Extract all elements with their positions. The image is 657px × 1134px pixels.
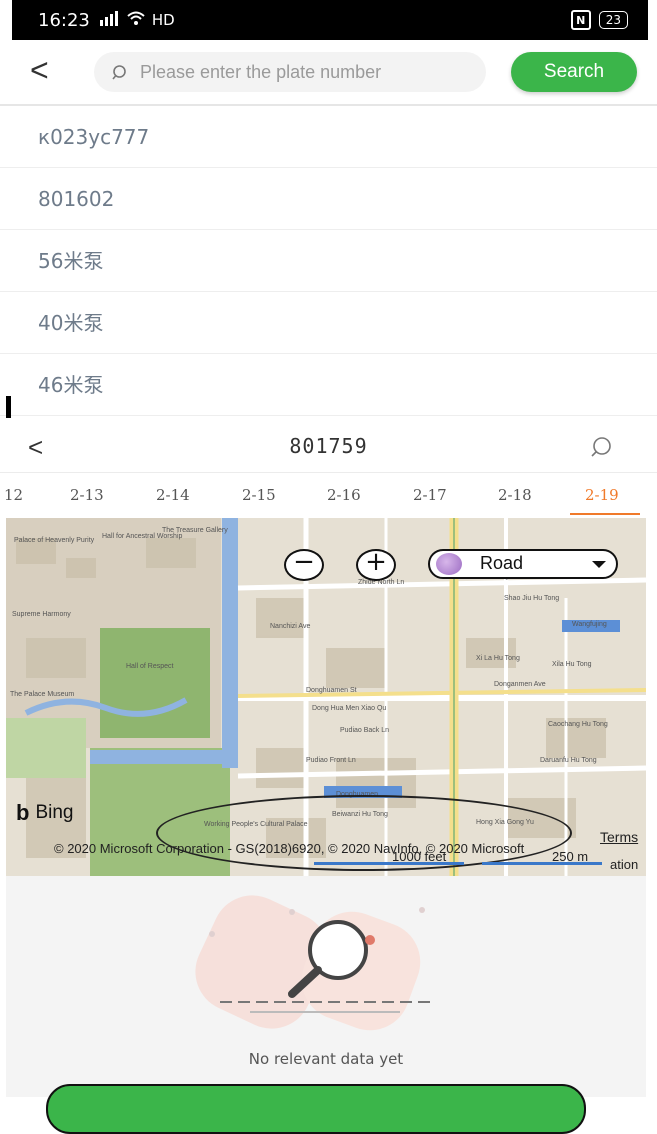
map-label: Donganmen Ave [494,681,546,688]
map-label: Caochang Hu Tong [548,721,608,728]
wifi-icon [126,10,146,30]
annotation-ellipse [156,795,572,871]
back-arrow-icon[interactable]: < [30,54,49,86]
bottom-action-button[interactable] [46,1084,586,1134]
empty-state-text: No relevant data yet [248,1050,404,1068]
zoom-out-button[interactable]: − [284,549,324,581]
date-tabs: 12 2-13 2-14 2-15 2-16 2-17 2-18 2-19 [0,474,657,516]
map-attribution-tail: ation [610,857,639,872]
date-tab-active[interactable]: 2-19 [585,486,619,504]
history-item[interactable]: 46米泵 [0,354,657,416]
map-label: Nanchizi Ave [270,623,310,630]
map-label: Wangfujing [572,621,607,628]
scale-feet: 1000 feet [392,849,447,864]
search-button[interactable]: Search [511,52,637,92]
bing-logo: b Bing [16,800,73,826]
zoom-in-button[interactable]: + [356,549,396,581]
date-tab[interactable]: 12 [4,486,23,504]
map-label: Donghuamen St [306,687,357,694]
date-tab[interactable]: 2-15 [242,486,276,504]
date-tab[interactable]: 2-16 [327,486,361,504]
history-item[interactable]: 56米泵 [0,230,657,292]
globe-icon [436,553,462,575]
map-label: Daruanfu Hu Tong [540,757,597,764]
empty-state: No relevant data yet [6,876,646,1134]
search-icon[interactable] [589,436,613,463]
terms-link[interactable]: Terms [600,829,638,845]
scroll-marker [6,396,11,418]
no-data-illustration [195,895,432,1031]
map-label: The Treasure Gallery [162,527,228,534]
date-tab[interactable]: 2-14 [156,486,190,504]
signal-icon [98,10,122,30]
map-label: Xila Hu Tong [552,661,592,668]
map-style-dropdown[interactable]: Road [428,549,618,579]
map-copyright: © 2020 Microsoft Corporation - GS(2018)6… [54,841,525,856]
search-bar: < Search [0,40,657,106]
map-label: Xi La Hu Tong [476,655,520,662]
active-tab-underline [570,513,640,515]
status-bar: 16:23 HD N 23 [12,0,648,40]
date-tab[interactable]: 2-13 [70,486,104,504]
dropdown-arrow-icon [592,561,606,568]
map-style-label: Road [480,553,524,573]
map-view[interactable]: Palace of Heavenly Purity Hall for Ancest… [6,518,646,876]
map-label: Hall of Respect [126,663,174,670]
map-label: Pudiao Back Ln [340,727,389,734]
vehicle-title: 801759 [289,434,368,458]
bing-label: Bing [35,802,74,823]
history-item[interactable]: 801602 [0,168,657,230]
date-tab[interactable]: 2-17 [413,486,447,504]
scale-meters: 250 m [552,849,589,864]
map-label: Pudiao Front Ln [306,757,356,764]
map-label: Hall for Ancestral Worship [102,533,183,540]
status-time: 16:23 [38,9,90,31]
history-item[interactable]: 40米泵 [0,292,657,354]
vehicle-header: < 801759 [0,420,657,473]
map-label: The Palace Museum [10,691,74,698]
map-label: Dong Hua Men Xiao Qu [312,705,386,712]
map-label: Supreme Harmony [12,611,71,618]
map-label: Palace of Heavenly Purity [14,537,95,544]
search-history-list: к023ус777 801602 56米泵 40米泵 46米泵 [0,106,657,416]
plate-search-input[interactable] [94,52,486,92]
network-type: HD [151,11,175,29]
battery-indicator: 23 [598,11,628,29]
nfc-icon: N [570,10,591,30]
date-tab[interactable]: 2-18 [498,486,532,504]
map-label: Shao Jiu Hu Tong [504,595,559,602]
bing-icon: b [16,800,30,825]
search-icon [112,64,130,87]
history-item[interactable]: к023ус777 [0,106,657,168]
